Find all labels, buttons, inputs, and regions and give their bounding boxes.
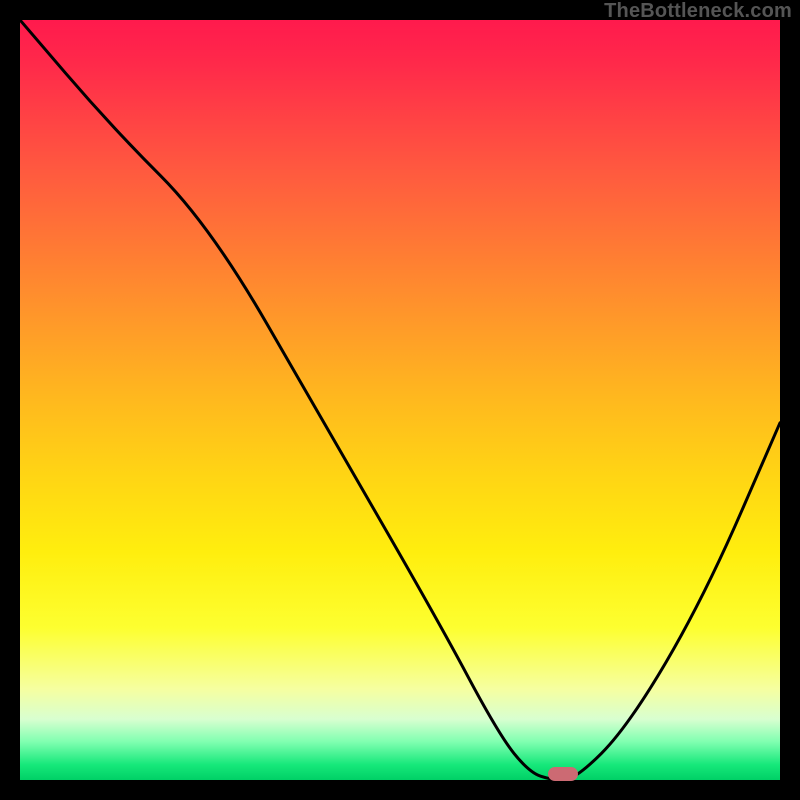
bottleneck-curve xyxy=(20,20,780,780)
curve-path xyxy=(20,20,780,780)
watermark-text: TheBottleneck.com xyxy=(604,0,792,23)
chart-frame xyxy=(20,20,780,780)
optimum-marker xyxy=(548,767,578,781)
